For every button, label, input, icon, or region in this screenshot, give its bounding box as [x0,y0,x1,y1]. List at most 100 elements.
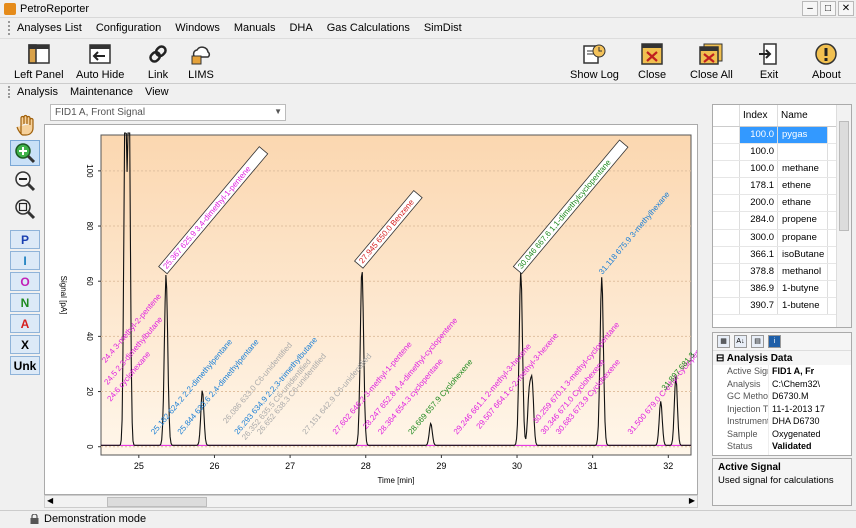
menu-analyses-list[interactable]: Analyses List [17,22,82,34]
grid-vertical-scrollbar[interactable] [836,105,851,327]
zoom-fit-button[interactable] [10,196,40,222]
grid-row[interactable]: 200.0 ethane [713,195,851,213]
property-row[interactable]: Instrument DHA D6730 [713,415,851,428]
row-header[interactable] [713,127,740,144]
maximize-button[interactable]: □ [820,1,836,16]
show-log-button[interactable]: Show Log [570,42,619,81]
row-header[interactable] [713,280,740,297]
grid-header-name[interactable]: Name [778,105,828,126]
grid-row[interactable]: 300.0 propane [713,229,851,247]
window-title: PetroReporter [20,3,90,15]
x-tick-label: 27 [285,461,295,471]
grid-header: Index Name [713,105,851,127]
grid-header-index[interactable]: Index [740,105,778,126]
exit-button[interactable]: Exit [756,42,782,81]
property-row[interactable]: Active Sign FID1 A, Fr [713,365,851,378]
grid-scroll-thumb[interactable] [839,121,849,231]
grid-row[interactable]: 366.1 isoButane [713,246,851,264]
property-row[interactable]: Injection Ti 11-1-2013 17 [713,402,851,415]
lims-button[interactable]: LIMS [188,42,214,81]
property-row[interactable]: Sample Oxygenated [713,427,851,440]
property-value: Validated [772,441,812,451]
row-header[interactable] [713,212,740,229]
minimize-button[interactable]: – [802,1,818,16]
group-unk-button[interactable]: Unk [10,356,40,375]
row-header[interactable] [713,229,740,246]
about-button[interactable]: About [812,42,841,81]
grid-row[interactable]: 100.0 [713,144,851,162]
group-p-label: P [20,232,29,247]
grid-row[interactable]: 386.9 1-butyne [713,280,851,298]
group-i-button[interactable]: I [10,251,40,270]
group-o-button[interactable]: O [10,272,40,291]
property-row[interactable]: Status Validated [713,440,851,453]
scroll-right-arrow[interactable]: ▶ [689,496,695,505]
property-row[interactable]: Weight IST1.0000 [713,452,851,455]
menu-configuration[interactable]: Configuration [96,22,161,34]
group-n-button[interactable]: N [10,293,40,312]
grid-row[interactable]: 378.8 methanol [713,263,851,281]
chart-horizontal-scrollbar[interactable]: ◀ ▶ [44,495,698,508]
y-axis-title: Signal [pA] [59,276,68,315]
menu-windows[interactable]: Windows [175,22,220,34]
grid-row[interactable]: 100.0 pygas [713,127,851,145]
close-doc-button[interactable]: Close [638,42,666,81]
close-window-button[interactable]: ✕ [838,1,854,16]
row-header[interactable] [713,246,740,263]
property-key: Active Sign [713,365,769,378]
row-header[interactable] [713,263,740,280]
zoom-out-button[interactable] [10,168,40,194]
grid-row[interactable]: 284.0 propene [713,212,851,230]
property-row[interactable]: Analysis C:\Chem32\ [713,377,851,390]
grid-row[interactable]: 178.1 ethene [713,178,851,196]
grid-row[interactable]: 390.7 1-butene [713,297,851,316]
x-tick-label: 26 [209,461,219,471]
group-a-button[interactable]: A [10,314,40,333]
left-panel-label: Left Panel [14,69,64,81]
link-button[interactable]: Link [145,42,171,81]
property-category[interactable]: ⊟ Analysis Data [713,351,851,365]
row-header[interactable] [713,297,740,315]
left-panel-button[interactable]: Left Panel [14,42,64,81]
submenu-maintenance[interactable]: Maintenance [70,86,133,98]
row-index: 300.0 [740,229,778,246]
chromatogram-chart[interactable]: 02040608010025 26 27 28 29 30 31 32 24.4 3-meth… [45,125,697,494]
show-log-icon [581,42,607,66]
sort-az-icon[interactable]: A↓ [734,335,747,348]
categorized-view-icon[interactable]: ▦ [717,335,730,348]
menu-dha[interactable]: DHA [289,22,312,34]
menu-simdist[interactable]: SimDist [424,22,462,34]
signal-select[interactable]: FID1 A, Front Signal ▼ [50,104,286,121]
link-icon [145,42,171,66]
chromatogram-panel[interactable]: 0 20 40 60 80 100 25 26 27 28 29 30 31 32 24.4 3-meth… [44,124,698,495]
scroll-thumb[interactable] [107,497,207,507]
property-pages-icon[interactable]: ▤ [751,335,764,348]
property-key: Status [713,440,769,453]
row-header[interactable] [713,195,740,212]
close-all-label: Close All [690,69,733,81]
x-tick-label: 30 [512,461,522,471]
group-x-button[interactable]: X [10,335,40,354]
row-index: 386.9 [740,280,778,297]
submenu-view[interactable]: View [145,86,169,98]
grid-row[interactable]: 100.0 methane [713,161,851,179]
submenu-analysis[interactable]: Analysis [17,86,58,98]
menu-gas-calculations[interactable]: Gas Calculations [327,22,410,34]
row-header[interactable] [713,161,740,178]
row-index: 200.0 [740,195,778,212]
close-all-button[interactable]: Close All [690,42,733,81]
component-grid[interactable]: Index Name 100.0 pygas 100.0 100.0 methane 17… [712,104,852,328]
info-icon[interactable]: i [768,335,781,348]
property-row[interactable]: GC Method D6730.M [713,390,851,403]
menu-manuals[interactable]: Manuals [234,22,276,34]
app-icon [4,3,16,15]
auto-hide-button[interactable]: Auto Hide [76,42,124,81]
show-log-label: Show Log [570,69,619,81]
group-p-button[interactable]: P [10,230,40,249]
pan-hand-button[interactable] [10,112,40,138]
row-header[interactable] [713,178,740,195]
scroll-left-arrow[interactable]: ◀ [47,496,53,505]
row-index: 178.1 [740,178,778,195]
zoom-in-button[interactable] [10,140,40,166]
row-header[interactable] [713,144,740,161]
